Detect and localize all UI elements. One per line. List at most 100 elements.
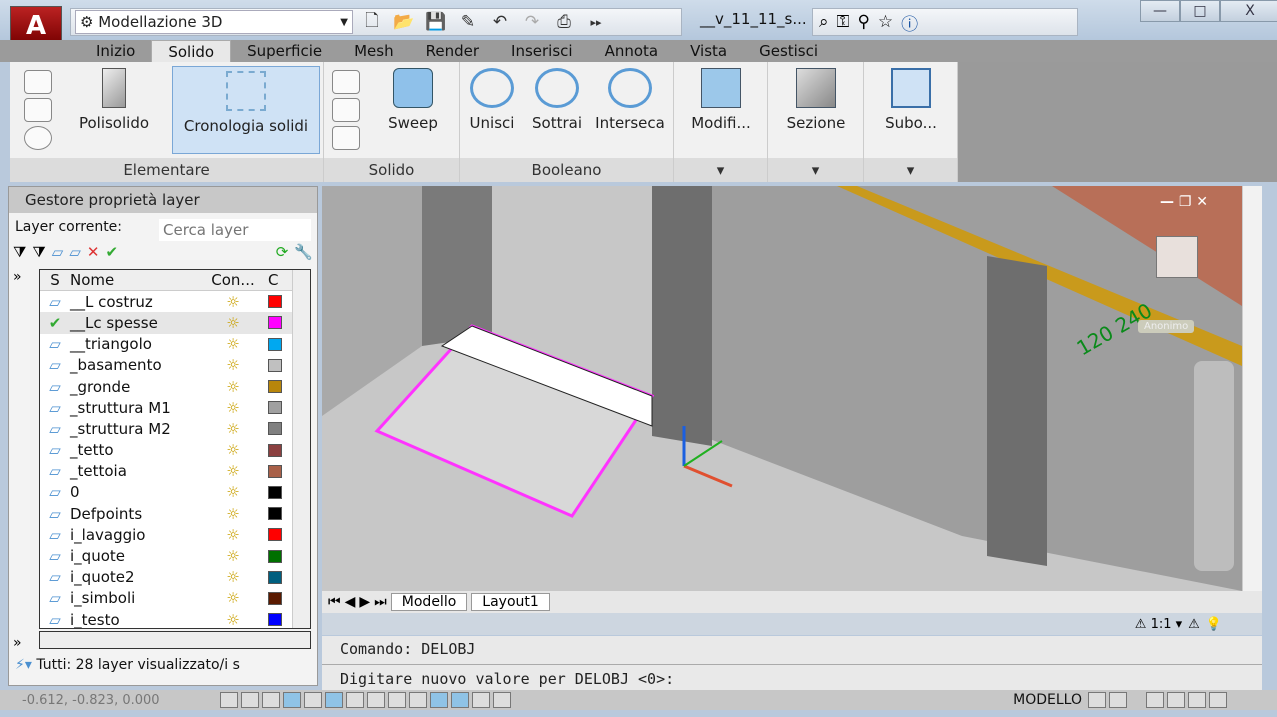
layer-row[interactable]: ▱ i_quote ☼ (40, 545, 310, 566)
layer-row[interactable]: ▱ _tettoia ☼ (40, 461, 310, 482)
first-tab-icon[interactable]: ⏮ (328, 594, 341, 610)
revolve-icon[interactable] (332, 126, 360, 150)
redo-icon[interactable]: ↷ (519, 12, 545, 32)
save-icon[interactable]: 💾 (423, 12, 449, 32)
expand-icon[interactable]: » (13, 635, 22, 651)
sc-icon[interactable] (493, 692, 511, 708)
tab-modello[interactable]: Modello (390, 593, 468, 611)
undo-icon[interactable]: ↶ (487, 12, 513, 32)
set-current-icon[interactable]: ✔ (105, 243, 118, 261)
new-layer-icon[interactable]: ▱ (52, 243, 64, 261)
layer-list-hscrollbar[interactable] (39, 631, 311, 649)
interseca-button[interactable]: Interseca (590, 68, 670, 132)
column-status[interactable]: S (40, 271, 70, 289)
annotation-scale[interactable]: ⚠ 1:1 ▾ (1135, 617, 1182, 632)
sweep-button[interactable]: Sweep (378, 68, 448, 132)
command-prompt[interactable]: Digitare nuovo valore per DELOBJ <0>: (340, 670, 674, 688)
tab-solido[interactable]: Solido (151, 40, 232, 62)
qp-icon[interactable] (472, 692, 490, 708)
polisolido-button[interactable]: Polisolido (70, 68, 158, 132)
refresh-icon[interactable]: ⟳ (276, 243, 289, 261)
plot-icon[interactable]: ⎙ (551, 12, 577, 32)
layer-color-swatch[interactable] (268, 485, 282, 499)
group-filter-icon[interactable]: ⧩ (32, 243, 45, 261)
light-bulb-on-icon[interactable]: ☼ (198, 314, 268, 332)
expand-icon[interactable]: » (13, 269, 22, 285)
sezione-button[interactable]: Sezione (772, 68, 860, 132)
layer-row[interactable]: ▱ 0 ☼ (40, 482, 310, 503)
cronologia-solidi-button[interactable]: Cronologia solidi (172, 66, 320, 154)
tab-mesh[interactable]: Mesh (338, 40, 410, 62)
search-layer-input[interactable] (159, 219, 311, 241)
unisci-button[interactable]: Unisci (466, 68, 518, 132)
layer-color-swatch[interactable] (268, 358, 282, 372)
layer-color-swatch[interactable] (268, 316, 282, 330)
light-bulb-on-icon[interactable]: ☼ (198, 589, 268, 607)
workspace-dropdown[interactable]: ⚙ Modellazione 3D ▼ (75, 10, 353, 34)
tab-inserisci[interactable]: Inserisci (495, 40, 589, 62)
layer-color-swatch[interactable] (268, 507, 282, 521)
osnap-icon[interactable] (325, 692, 343, 708)
transparency-icon[interactable] (451, 692, 469, 708)
annotation-visibility-icon[interactable]: ⚠ (1188, 617, 1200, 632)
chevron-down-icon[interactable]: ▾ (674, 158, 767, 182)
sphere-icon[interactable] (24, 126, 52, 150)
extrude-icon[interactable] (332, 70, 360, 94)
light-bulb-on-icon[interactable]: ☼ (198, 462, 268, 480)
key-icon[interactable]: ⚿ (837, 12, 850, 32)
new-icon[interactable]: 🗋 (359, 8, 385, 37)
lightbulb-icon[interactable]: 💡 (1206, 617, 1222, 632)
column-name[interactable]: Nome (70, 271, 198, 289)
model-space-toggle[interactable]: MODELLO (1013, 692, 1082, 708)
light-bulb-on-icon[interactable]: ☼ (198, 483, 268, 501)
dyn-icon[interactable] (409, 692, 427, 708)
grid-icon[interactable] (262, 692, 280, 708)
viewport-vertical-scrollbar[interactable] (1242, 186, 1262, 591)
help-icon[interactable]: ⓘ (901, 10, 918, 35)
layer-color-swatch[interactable] (268, 464, 282, 478)
light-bulb-on-icon[interactable]: ☼ (198, 378, 268, 396)
layer-row[interactable]: ▱ _struttura M1 ☼ (40, 397, 310, 418)
hardware-accel-icon[interactable] (1188, 692, 1206, 708)
tab-render[interactable]: Render (410, 40, 495, 62)
command-line[interactable]: Comando: DELOBJ Digitare nuovo valore pe… (322, 636, 1262, 690)
light-bulb-on-icon[interactable]: ☼ (198, 356, 268, 374)
column-color[interactable]: C (268, 271, 278, 289)
tab-layout1[interactable]: Layout1 (471, 593, 550, 611)
light-bulb-on-icon[interactable]: ☼ (198, 611, 268, 628)
3dosnap-icon[interactable] (346, 692, 364, 708)
layer-color-swatch[interactable] (268, 591, 282, 605)
star-icon[interactable]: ☆ (878, 12, 893, 32)
last-tab-icon[interactable]: ⏭ (374, 594, 387, 610)
modifica-button[interactable]: Modifi... (678, 68, 764, 132)
cylinder-icon[interactable] (24, 98, 52, 122)
light-bulb-on-icon[interactable]: ☼ (198, 293, 268, 311)
layer-color-swatch[interactable] (268, 337, 282, 351)
new-filter-icon[interactable]: ⧩ (13, 243, 26, 261)
otrack-icon[interactable] (367, 692, 385, 708)
drawing-viewport[interactable]: 120 240 — ❐ ✕ Anonimo (322, 186, 1242, 591)
layer-row[interactable]: ▱ _basamento ☼ (40, 355, 310, 376)
layer-color-swatch[interactable] (268, 613, 282, 627)
workspace-gear-icon[interactable] (1146, 692, 1164, 708)
layer-row[interactable]: ▱ __triangolo ☼ (40, 334, 310, 355)
tab-superficie[interactable]: Superficie (231, 40, 338, 62)
layer-color-swatch[interactable] (268, 549, 282, 563)
chevron-down-icon[interactable]: ▾ (768, 158, 863, 182)
layer-row[interactable]: ▱ i_quote2 ☼ (40, 567, 310, 588)
layer-color-swatch[interactable] (268, 570, 282, 584)
open-icon[interactable]: 📂 (391, 12, 417, 32)
lineweight-icon[interactable] (430, 692, 448, 708)
satellite-icon[interactable]: ⚲ (857, 12, 869, 32)
ducs-icon[interactable] (388, 692, 406, 708)
layer-row[interactable]: ▱ _tetto ☼ (40, 440, 310, 461)
ucs-dropdown[interactable]: Anonimo (1138, 320, 1195, 333)
binoculars-icon[interactable]: ⌕ (819, 12, 829, 32)
next-tab-icon[interactable]: ▶ (359, 594, 370, 610)
chevron-down-icon[interactable]: ▾ (864, 158, 957, 182)
layer-list-scrollbar[interactable] (292, 270, 310, 628)
clean-screen-icon[interactable] (1209, 692, 1227, 708)
prev-tab-icon[interactable]: ◀ (345, 594, 356, 610)
layer-color-swatch[interactable] (268, 528, 282, 542)
ortho-icon[interactable] (283, 692, 301, 708)
